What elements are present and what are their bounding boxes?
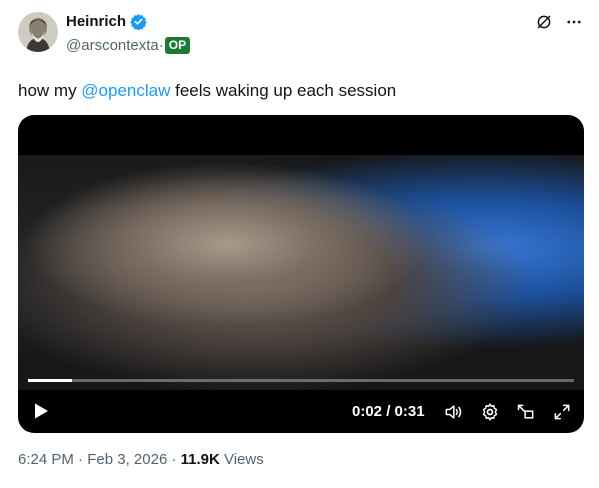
grok-icon[interactable]: [534, 12, 554, 32]
verified-badge-icon: [130, 13, 147, 31]
author-name-line: Heinrich: [66, 13, 147, 31]
fullscreen-icon[interactable]: [552, 402, 572, 422]
tweet-text: how my @openclaw feels waking up each se…: [18, 81, 396, 101]
meta-separator: ·: [73, 451, 88, 468]
tweet-date[interactable]: Feb 3, 2026: [87, 451, 167, 468]
views-label: Views: [219, 451, 264, 468]
header-actions: [534, 12, 584, 32]
mention-link[interactable]: @openclaw: [81, 81, 170, 100]
settings-gear-icon[interactable]: [480, 402, 500, 422]
meta-separator: ·: [167, 451, 181, 468]
handle-separator: ·: [158, 37, 164, 54]
video-progress-bar[interactable]: [28, 379, 574, 382]
video-progress-fill: [28, 379, 72, 382]
video-time: 0:02 / 0:31: [352, 403, 425, 420]
video-controls: 0:02 / 0:31: [18, 390, 584, 433]
avatar[interactable]: [18, 12, 58, 52]
op-badge: OP: [164, 37, 191, 54]
author-name[interactable]: Heinrich: [66, 13, 126, 30]
tweet-time[interactable]: 6:24 PM: [18, 451, 74, 468]
tweet-text-end: feels waking up each session: [170, 81, 397, 100]
author-handle-line: @arscontexta · OP: [66, 37, 191, 54]
tweet-text-start: how my: [18, 81, 82, 100]
views-count[interactable]: 11.9K: [181, 451, 220, 468]
play-icon[interactable]: [32, 402, 50, 420]
tweet-header: Heinrich @arscontexta · OP: [18, 8, 584, 56]
video-player[interactable]: 0:02 / 0:31: [18, 115, 584, 433]
volume-icon[interactable]: [443, 402, 463, 422]
author-handle[interactable]: @arscontexta: [66, 37, 159, 54]
more-icon[interactable]: [564, 12, 584, 32]
picture-in-picture-icon[interactable]: [516, 402, 536, 422]
tweet-meta: 6:24 PM · Feb 3, 2026 · 11.9K Views: [18, 451, 264, 468]
video-frame[interactable]: [18, 155, 584, 390]
